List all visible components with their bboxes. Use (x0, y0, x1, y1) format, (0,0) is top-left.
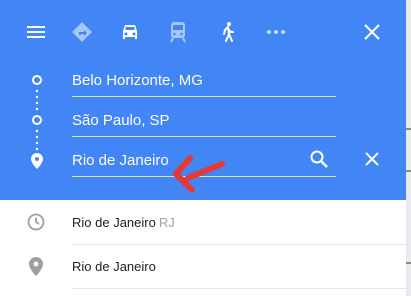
suggestion-divider (72, 288, 406, 289)
best-route-icon[interactable] (70, 20, 94, 44)
waypoint-value: São Paulo, SP (72, 112, 170, 129)
map-edge-mark (406, 128, 411, 130)
origin-field[interactable]: Belo Horizonte, MG (72, 66, 336, 97)
map-edge-mark (406, 170, 411, 172)
close-icon[interactable] (360, 20, 384, 44)
destination-pin-icon (30, 152, 44, 170)
menu-icon[interactable] (24, 22, 48, 42)
travel-mode-bar (0, 0, 406, 64)
place-pin-icon (0, 256, 72, 276)
suggestion-item[interactable]: Rio de Janeiro RJ (0, 201, 406, 243)
suggestion-label: Rio de Janeiro (72, 258, 156, 274)
red-arrow-icon (168, 150, 228, 199)
suggestion-item[interactable]: Rio de Janeiro (0, 245, 406, 287)
walking-icon[interactable] (216, 20, 240, 44)
directions-panel: Belo Horizonte, MG São Paulo, SP Rio de … (0, 0, 406, 296)
car-icon[interactable] (117, 20, 143, 44)
search-icon[interactable] (308, 148, 330, 170)
clear-destination-icon[interactable] (361, 148, 383, 170)
suggestion-sublabel: RJ (158, 214, 175, 230)
transit-icon[interactable] (166, 20, 190, 44)
more-icon[interactable] (264, 24, 288, 40)
origin-value: Belo Horizonte, MG (72, 72, 203, 89)
map-edge (406, 0, 411, 296)
destination-value: Rio de Janeiro (72, 152, 169, 169)
clock-icon (0, 213, 72, 231)
map-edge-mark (406, 262, 411, 264)
waypoint-field[interactable]: São Paulo, SP (72, 106, 336, 137)
suggestion-label: Rio de Janeiro (72, 214, 156, 230)
